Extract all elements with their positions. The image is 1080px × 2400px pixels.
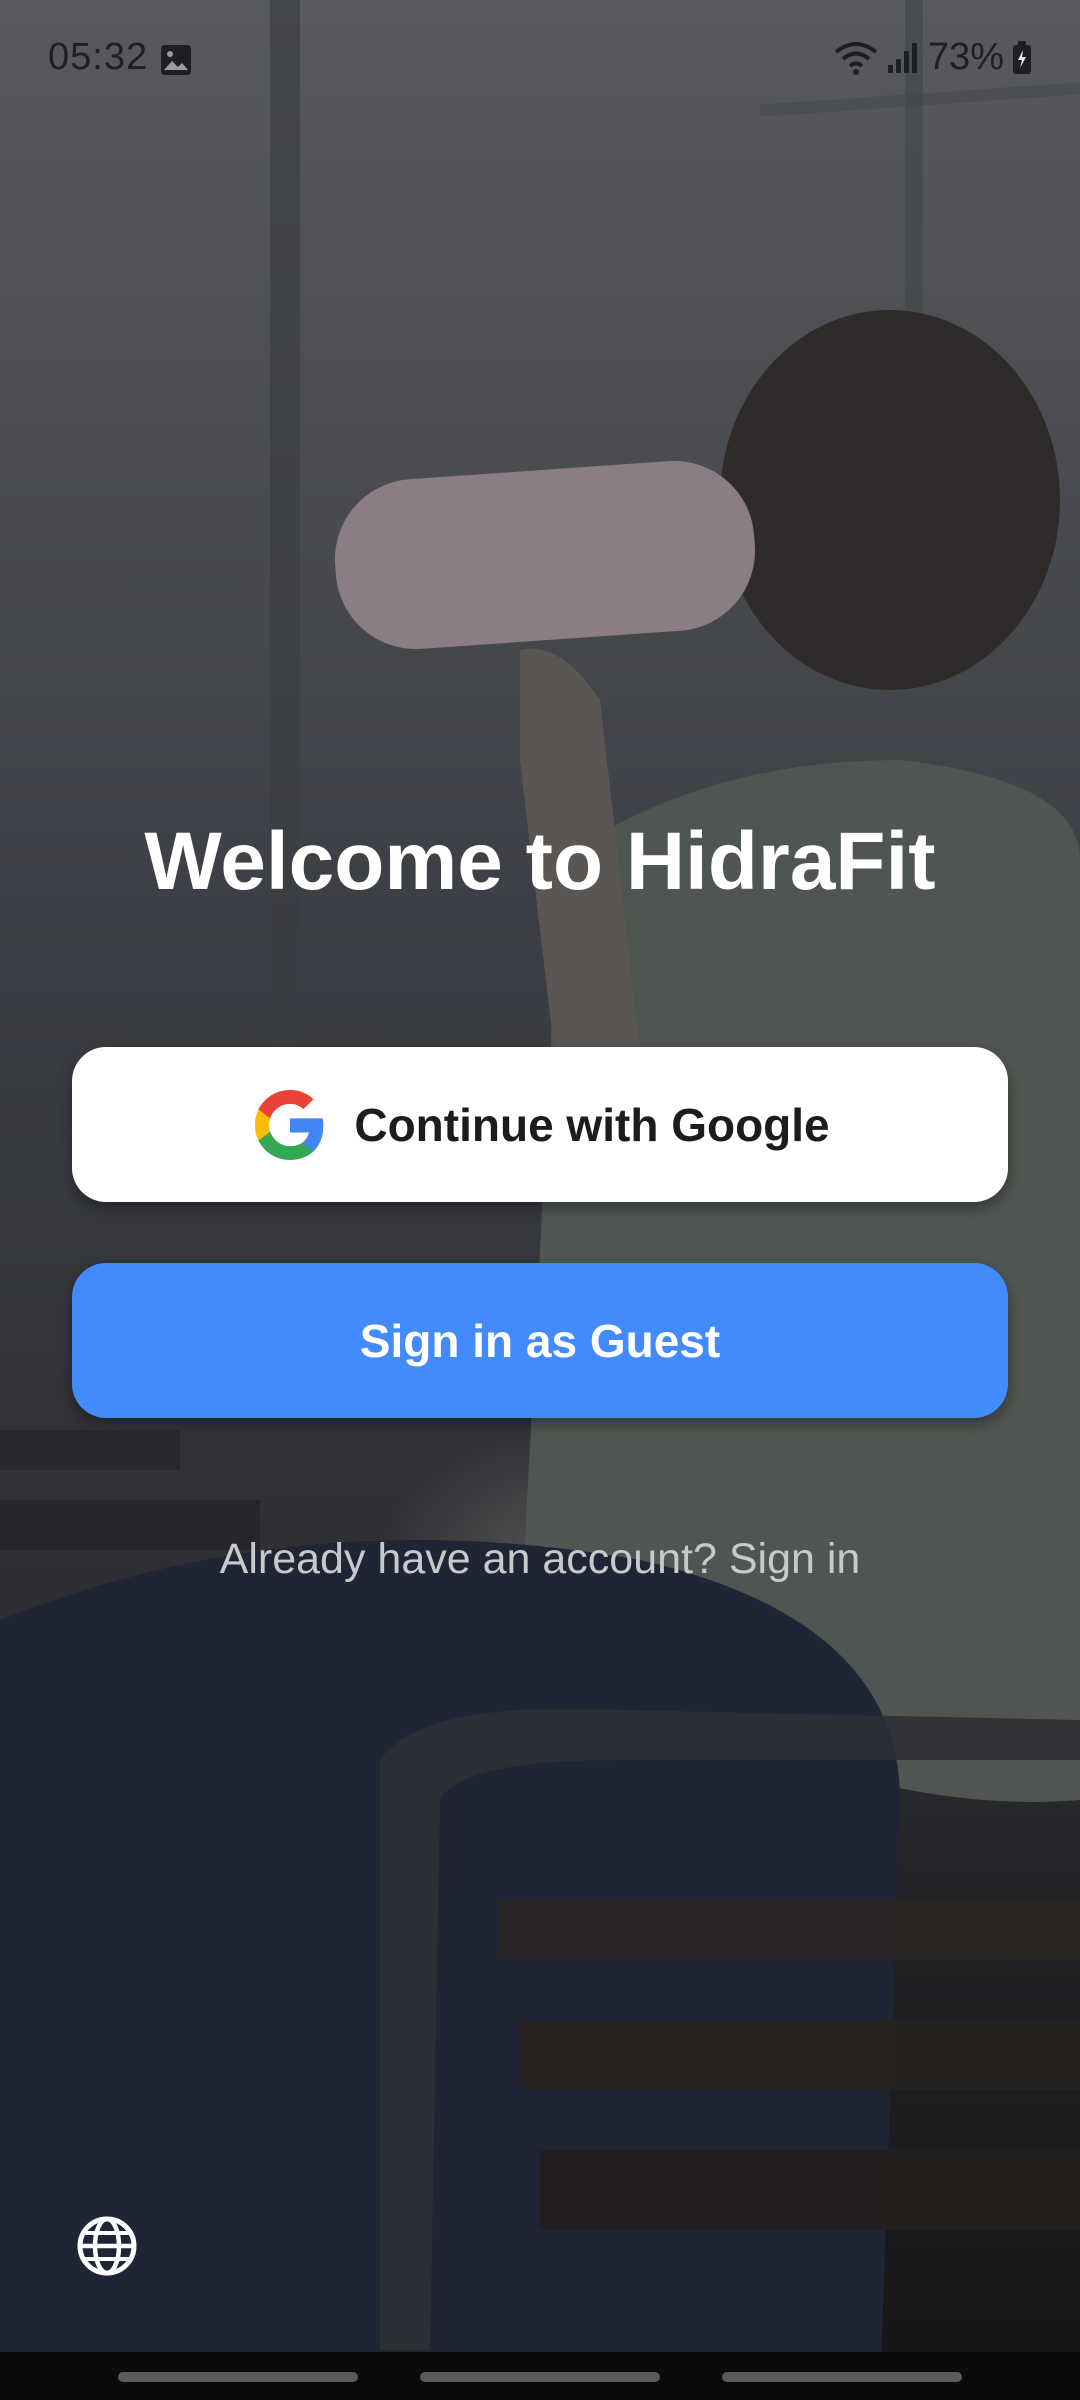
welcome-screen: 05:32 73% Welcome to HidraFit Continue w… (0, 0, 1080, 2400)
nav-recents-handle[interactable] (118, 2372, 358, 2382)
status-bar: 05:32 73% (0, 0, 1080, 120)
continue-with-google-button[interactable]: Continue with Google (72, 1047, 1008, 1202)
welcome-title: Welcome to HidraFit (144, 816, 936, 907)
google-button-label: Continue with Google (354, 1098, 830, 1151)
nav-home-handle[interactable] (420, 2372, 660, 2382)
sign-in-link[interactable]: Already have an account? Sign in (0, 1535, 1080, 1584)
nav-back-handle[interactable] (722, 2372, 962, 2382)
wifi-icon (834, 41, 878, 75)
google-logo-icon (255, 1089, 324, 1160)
globe-icon[interactable] (76, 2215, 138, 2277)
image-icon (161, 45, 191, 75)
guest-button-label: Sign in as Guest (359, 1314, 721, 1367)
sign-in-as-guest-button[interactable]: Sign in as Guest (72, 1263, 1008, 1418)
status-time: 05:32 (48, 36, 149, 78)
status-indicators: 73% (834, 36, 1032, 79)
signal-icon (887, 42, 917, 73)
battery-icon (1013, 40, 1031, 74)
battery-percent: 73% (927, 36, 1004, 78)
